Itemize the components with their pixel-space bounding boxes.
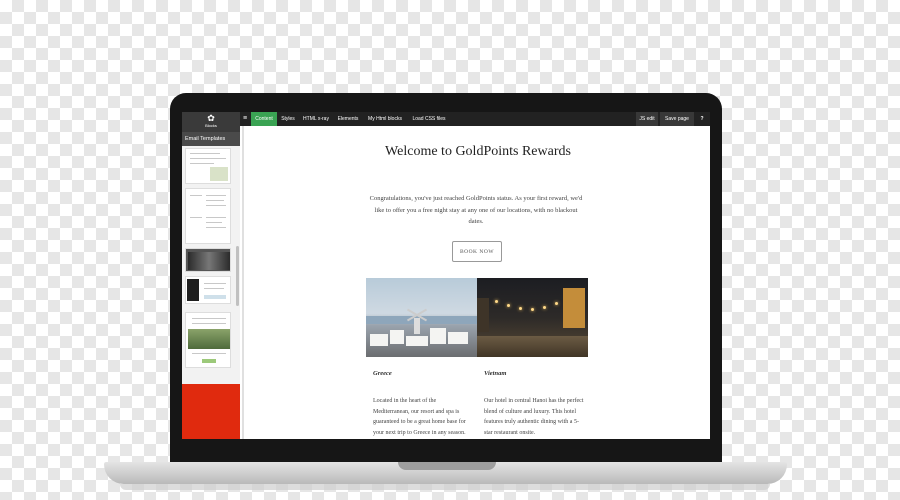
vietnam-text: Our hotel in central Hanoi has the perfe… — [484, 398, 584, 436]
tab-load-css-files[interactable]: Load CSS files — [408, 112, 450, 126]
tab-content[interactable]: Content — [251, 112, 277, 126]
sidebar-accent-block — [182, 384, 240, 439]
help-icon[interactable]: ? — [696, 112, 708, 126]
screen: ✿ Blocks Email Templates ≡ Content Style… — [182, 112, 710, 439]
js-edit-button[interactable]: JS edit — [636, 112, 658, 126]
editor-toolbar: ≡ Content Styles HTML x-ray Elements My … — [240, 112, 710, 126]
vietnam-photo — [477, 278, 588, 357]
vietnam-heading: Vietnam — [484, 370, 507, 377]
save-page-button[interactable]: Save page — [660, 112, 694, 126]
greece-heading: Greece — [373, 370, 392, 377]
template-thumb-5[interactable] — [185, 312, 231, 368]
email-template: Welcome to GoldPoints Rewards Congratula… — [244, 126, 710, 439]
laptop-notch — [398, 462, 496, 470]
email-title: Welcome to GoldPoints Rewards — [385, 144, 571, 159]
greece-column: Greece Located in the heart of the Medit… — [373, 370, 473, 436]
greece-text: Located in the heart of the Mediterranea… — [373, 398, 466, 436]
blocks-tab-label: Blocks — [205, 123, 217, 128]
laptop-shadow — [120, 484, 770, 490]
template-thumb-1[interactable] — [185, 148, 231, 184]
tab-html-xray[interactable]: HTML x-ray — [299, 112, 333, 126]
tab-elements[interactable]: Elements — [334, 112, 362, 126]
blocks-logo-icon: ✿ — [207, 113, 215, 123]
book-now-button[interactable]: BOOK NOW — [452, 241, 502, 262]
thumbnails-scrollbar[interactable] — [236, 246, 239, 306]
vietnam-column: Vietnam Our hotel in central Hanoi has t… — [484, 370, 584, 436]
tab-styles[interactable]: Styles — [278, 112, 298, 126]
tab-my-html-blocks[interactable]: My Html blocks — [363, 112, 407, 126]
template-thumb-3[interactable] — [185, 248, 231, 272]
greece-photo — [366, 278, 477, 357]
menu-icon[interactable]: ≡ — [240, 112, 250, 126]
template-thumb-2[interactable] — [185, 188, 231, 244]
email-templates-header[interactable]: Email Templates — [182, 132, 240, 146]
template-thumb-4[interactable] — [185, 276, 231, 304]
blocks-sidebar: ✿ Blocks Email Templates — [182, 112, 240, 439]
template-thumbnails — [182, 146, 240, 384]
editor-canvas[interactable]: Welcome to GoldPoints Rewards Congratula… — [242, 126, 710, 439]
blocks-tab[interactable]: ✿ Blocks — [182, 112, 240, 132]
email-intro: Congratulations, you've just reached Gol… — [369, 195, 583, 225]
